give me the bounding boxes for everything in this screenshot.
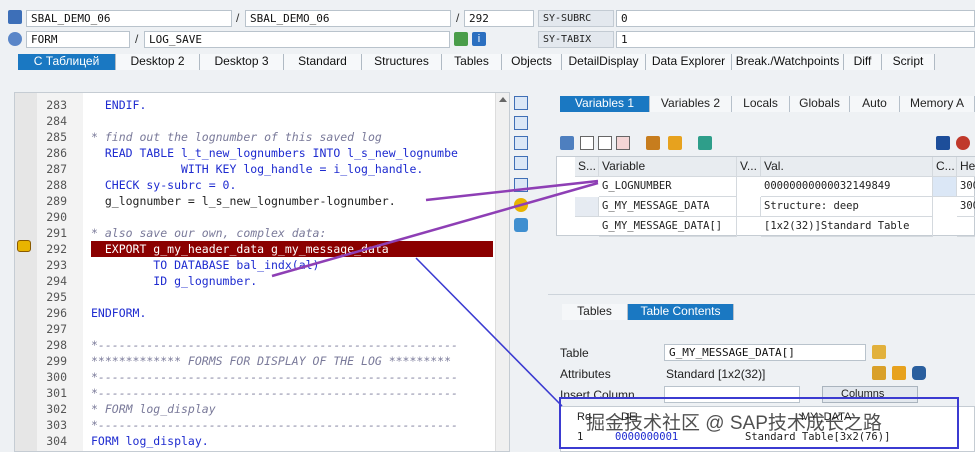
watermark: 掘金技术社区 @ SAP技术成长之路 — [586, 413, 882, 434]
annotation-line — [415, 257, 563, 407]
annotation-line — [271, 181, 599, 278]
annotation-overlay — [271, 179, 959, 449]
